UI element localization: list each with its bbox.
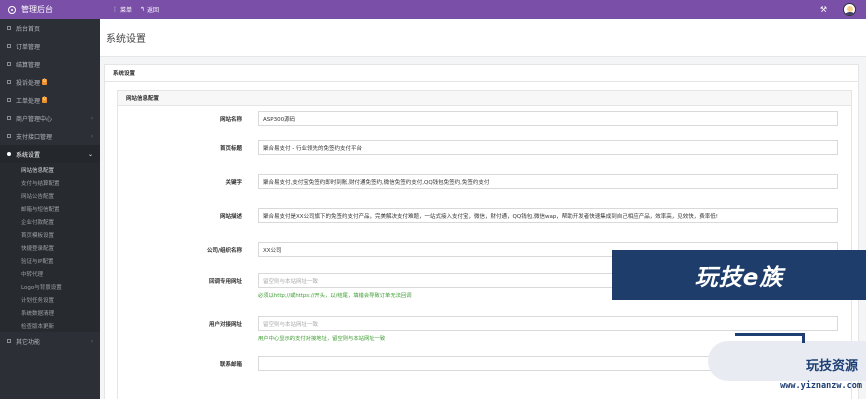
watermark-banner: 玩技e族 — [612, 250, 866, 300]
sidebar-subitem-logo-bg[interactable]: Logo与背景设置 — [0, 280, 100, 293]
sidebar-item-settlement[interactable]: 结算管理 — [0, 55, 100, 73]
count-badge: 0 — [42, 97, 47, 103]
sidebar-subitem-proxy[interactable]: 中转代理 — [0, 267, 100, 280]
panel-title: 系统设置 — [105, 65, 858, 82]
menu-label: 菜单 — [120, 7, 133, 14]
keywords-input[interactable]: 聚合易支付,支付宝免签约即时到账,财付通免签约,微信免签约支付,QQ钱包免签约,… — [258, 174, 838, 189]
code-icon — [7, 339, 11, 343]
sidebar-item-label: 后台首页 — [16, 25, 41, 33]
app-title: 管理后台 — [21, 5, 53, 14]
user-avatar[interactable] — [843, 3, 856, 16]
sidebar-item-label: 商户管理中心 — [16, 115, 53, 123]
sidebar-item-payment-channels[interactable]: 支付接口管理 ‹ — [0, 127, 100, 145]
field-label: 回调专用网址 — [208, 279, 242, 285]
back-arrow-icon: ↰ — [140, 6, 146, 13]
users-icon — [7, 116, 11, 120]
field-label: 网站描述 — [219, 214, 242, 220]
sidebar-subitem-home-template[interactable]: 首页模板设置 — [0, 228, 100, 241]
watermark-logo: 玩技资源 www.yiznanzw.com — [708, 333, 866, 399]
brand-logo-icon — [8, 5, 16, 14]
brand[interactable]: 管理后台 — [0, 4, 100, 15]
sidebar-item-system-settings[interactable]: 系统设置 ⌄ — [0, 145, 100, 163]
field-label: 首页标题 — [219, 146, 242, 152]
sidebar-item-label: 支付接口管理 — [16, 133, 53, 141]
top-navbar: 管理后台 ⋮ 菜单 ↰ 返回 ⚒ — [0, 0, 866, 19]
sidebar-submenu: 网站信息配置 支付与结算配置 网站公告配置 邮箱与短信配置 企业付款配置 首页模… — [0, 163, 100, 332]
sidebar-item-other[interactable]: 其它功能 ‹ — [0, 332, 100, 350]
ticket-icon — [7, 98, 11, 102]
complaint-icon — [7, 80, 11, 84]
money-icon — [7, 62, 11, 66]
menu-toggle-button[interactable]: ⋮ 菜单 — [112, 5, 132, 14]
watermark-deco — [735, 333, 805, 343]
sidebar-subitem-announcement[interactable]: 网站公告配置 — [0, 189, 100, 202]
field-label: 关键字 — [225, 180, 242, 186]
list-icon — [7, 44, 11, 48]
description-input[interactable]: 聚合易支付是XX公司旗下的免签约支付产品，完美解决支付难题，一站式接入支付宝，微… — [258, 208, 838, 223]
chevron-left-icon: ‹ — [90, 337, 93, 345]
gear-icon — [7, 152, 11, 156]
site-name-input[interactable]: ASP300源码 — [258, 111, 838, 126]
watermark-url: www.yiznanzw.com — [780, 381, 862, 391]
sidebar-subitem-verify-ip[interactable]: 验证与IP配置 — [0, 254, 100, 267]
sidebar-item-home[interactable]: 后台首页 — [0, 19, 100, 37]
field-label: 联系邮箱 — [219, 362, 242, 368]
sidebar-item-label: 系统设置 — [16, 151, 41, 159]
sidebar-item-orders[interactable]: 订单管理 — [0, 37, 100, 55]
card-title: 网站信息配置 — [118, 91, 851, 106]
chevron-left-icon: ‹ — [90, 132, 93, 140]
sidebar-item-merchants[interactable]: 商户管理中心 ‹ — [0, 109, 100, 127]
callback-url-help: 必须以http://或https://开头，以/结尾，填错会导致订单无法回调 — [258, 293, 412, 299]
field-label: 网站名称 — [219, 117, 242, 123]
sidebar-item-label: 结算管理 — [16, 61, 41, 69]
sidebar-item-label: 订单管理 — [16, 43, 41, 51]
page-title: 系统设置 — [100, 19, 866, 57]
field-label: 公司/组织名称 — [206, 248, 242, 254]
sidebar-item-label: 其它功能 — [16, 338, 41, 346]
chevron-left-icon: ‹ — [90, 114, 93, 122]
sidebar-subitem-payment-settlement[interactable]: 支付与结算配置 — [0, 176, 100, 189]
sidebar: 后台首页 订单管理 结算管理 投诉处理 0 工单处理 0 商户管理中心 ‹ 支付… — [0, 19, 100, 399]
watermark-logo-text: 玩技资源 — [805, 359, 858, 374]
sidebar-item-tickets[interactable]: 工单处理 0 — [0, 91, 100, 109]
grid-icon — [7, 134, 11, 138]
sidebar-subitem-update-check[interactable]: 检查版本更新 — [0, 319, 100, 332]
sidebar-item-label: 投诉处理 — [16, 79, 41, 87]
home-title-input[interactable]: 聚合易支付 - 行业领先的免签约支付平台 — [258, 140, 838, 155]
count-badge: 0 — [42, 79, 47, 85]
back-label: 返回 — [147, 7, 160, 14]
sidebar-subitem-quick-login[interactable]: 快捷登录配置 — [0, 241, 100, 254]
sidebar-subitem-cron[interactable]: 计划任务设置 — [0, 293, 100, 306]
field-label: 用户对接网址 — [208, 322, 242, 328]
top-right-tools: ⚒ — [820, 3, 866, 16]
wrench-icon[interactable]: ⚒ — [820, 5, 827, 14]
sidebar-item-complaints[interactable]: 投诉处理 0 — [0, 73, 100, 91]
top-nav: ⋮ 菜单 ↰ 返回 — [100, 5, 159, 14]
menu-icon: ⋮ — [112, 6, 118, 13]
home-icon — [7, 26, 11, 30]
sidebar-subitem-site-info[interactable]: 网站信息配置 — [0, 163, 100, 176]
sidebar-subitem-enterprise-payment[interactable]: 企业付款配置 — [0, 215, 100, 228]
sidebar-subitem-mail-sms[interactable]: 邮箱与短信配置 — [0, 202, 100, 215]
sidebar-subitem-data-cleanup[interactable]: 系统数据清理 — [0, 306, 100, 319]
chevron-down-icon: ⌄ — [87, 150, 93, 158]
user-url-help: 用户中心显示的支付对接地址，留空则与本站网址一致 — [258, 336, 386, 342]
watermark-banner-text: 玩技e族 — [694, 265, 784, 291]
user-url-input[interactable]: 留空则与本站网址一致 — [258, 316, 838, 331]
sidebar-item-label: 工单处理 — [16, 97, 41, 105]
back-button[interactable]: ↰ 返回 — [140, 5, 159, 14]
